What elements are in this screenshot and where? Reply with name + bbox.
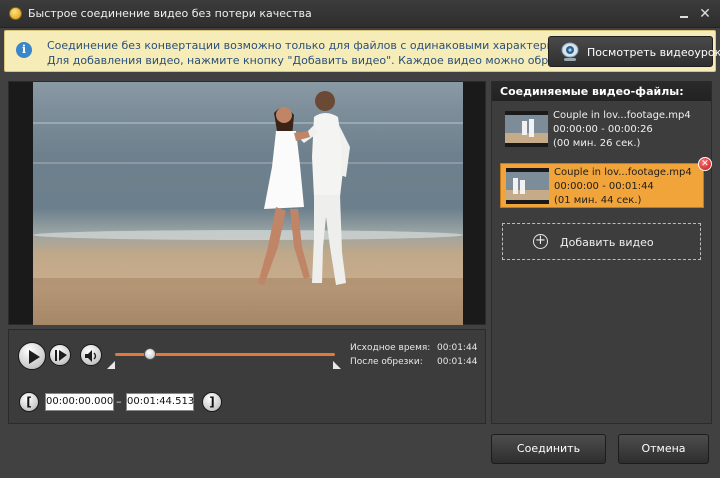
seek-slider-track[interactable]	[115, 348, 335, 360]
trim-end-field[interactable]: 00:01:44.513	[126, 393, 194, 411]
video-preview-panel	[8, 81, 486, 325]
player-controls-panel: Исходное время: 00:01:44 После обрезки: …	[8, 329, 486, 424]
seek-slider-handle[interactable]	[144, 348, 157, 360]
after-trim-label: После обрезки:	[350, 357, 423, 367]
add-video-button[interactable]: + Добавить видео	[502, 223, 701, 260]
info-bar: i Соединение без конвертации возможно то…	[4, 30, 720, 72]
video-thumbnail	[505, 111, 548, 147]
set-trim-end-button[interactable]: ]	[202, 392, 222, 412]
file-duration: (00 мин. 26 сек.)	[553, 138, 641, 149]
watch-tutorial-button[interactable]: Посмотреть видеоурок	[548, 36, 720, 67]
plus-icon: +	[533, 234, 548, 249]
minimize-button[interactable]	[676, 6, 692, 22]
source-time-label: Исходное время:	[350, 343, 431, 353]
file-time-range: 00:00:00 - 00:00:26	[553, 124, 653, 135]
info-text-line-2: Для добавления видео, нажмите кнопку "До…	[47, 54, 585, 67]
files-panel-header: Соединяемые видео-файлы:	[492, 82, 711, 101]
trim-start-field[interactable]: 00:00:00.000	[45, 393, 114, 411]
add-video-label: Добавить видео	[560, 236, 654, 249]
window-title: Быстрое соединение видео без потери каче…	[28, 7, 312, 20]
trim-start-handle[interactable]	[107, 361, 115, 369]
video-thumbnail	[506, 168, 549, 204]
video-frame[interactable]	[33, 82, 463, 325]
watch-tutorial-label: Посмотреть видеоурок	[587, 46, 720, 59]
app-window: Быстрое соединение видео без потери каче…	[0, 0, 720, 478]
speaker-icon	[85, 350, 97, 362]
file-list-item[interactable]: Couple in lov...footage.mp4 00:00:00 - 0…	[500, 107, 704, 152]
webcam-icon	[561, 42, 579, 61]
file-list-item-selected[interactable]: Couple in lov...footage.mp4 00:00:00 - 0…	[500, 157, 712, 208]
range-dash: –	[116, 395, 122, 408]
volume-button[interactable]	[80, 344, 102, 366]
app-logo-icon	[9, 7, 22, 20]
file-name: Couple in lov...footage.mp4	[554, 167, 692, 178]
file-name: Couple in lov...footage.mp4	[553, 110, 691, 121]
close-button[interactable]: ✕	[697, 6, 713, 22]
play-button[interactable]	[18, 342, 46, 370]
source-time-value: 00:01:44	[437, 343, 478, 353]
set-trim-start-button[interactable]: [	[19, 392, 39, 412]
file-time-range: 00:00:00 - 00:01:44	[554, 181, 654, 192]
files-panel: Соединяемые видео-файлы: Couple in lov..…	[491, 81, 712, 424]
info-text-line-1: Соединение без конвертации возможно толь…	[47, 39, 606, 52]
title-bar: Быстрое соединение видео без потери каче…	[0, 0, 720, 28]
info-icon: i	[16, 42, 32, 58]
couple-figure	[258, 91, 350, 285]
cancel-button[interactable]: Отмена	[618, 434, 709, 464]
file-duration: (01 мин. 44 сек.)	[554, 195, 642, 206]
trim-end-handle[interactable]	[333, 361, 341, 369]
after-trim-value: 00:01:44	[437, 357, 478, 367]
join-button[interactable]: Соединить	[491, 434, 606, 464]
next-frame-button[interactable]	[49, 344, 71, 366]
remove-file-icon[interactable]: ✕	[698, 157, 712, 171]
